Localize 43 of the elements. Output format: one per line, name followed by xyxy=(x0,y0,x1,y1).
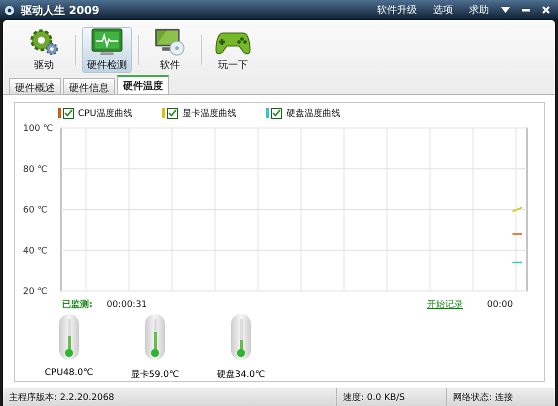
temperature-line xyxy=(512,233,522,235)
temperature-reading: 显卡59.0℃ xyxy=(130,368,180,381)
temperature-line xyxy=(512,206,522,212)
gamepad-icon xyxy=(215,30,251,56)
minimize-icon[interactable] xyxy=(522,8,530,12)
toolbar-button[interactable]: 玩一下 xyxy=(208,27,258,73)
toolbar-button[interactable]: 硬件检测 xyxy=(82,27,132,73)
thermometer-bulb xyxy=(151,349,159,357)
toolbar-button[interactable]: 驱动 xyxy=(19,27,69,73)
axis-label: 20 ℃ xyxy=(23,287,48,297)
tab[interactable]: 硬件温度 xyxy=(117,75,169,94)
toolbar-button[interactable]: 软件 xyxy=(145,27,195,73)
record-time: 00:00 xyxy=(487,300,514,310)
axis-label: 60 ℃ xyxy=(23,206,48,216)
thermometer-bulb xyxy=(65,349,73,357)
dropdown-icon[interactable] xyxy=(501,7,510,13)
monitor-label: 已监测: xyxy=(62,298,93,311)
temperature-reading: 硬盘34.0℃ xyxy=(216,368,266,381)
monitor-icon xyxy=(90,28,124,56)
thermometer-bulb xyxy=(237,349,245,357)
menu-item[interactable]: 选项 xyxy=(433,3,453,17)
axis-label: 100 ℃ xyxy=(23,124,54,134)
menu-item[interactable]: 求助 xyxy=(469,3,489,17)
checkbox[interactable] xyxy=(167,108,178,118)
checkbox[interactable] xyxy=(271,108,282,118)
temperature-line xyxy=(512,262,522,264)
axis-label: 80 ℃ xyxy=(23,164,48,175)
window-title: 驱动人生 2009 xyxy=(21,2,100,18)
close-icon[interactable] xyxy=(542,6,550,14)
legend-label: CPU温度曲线 xyxy=(78,108,132,120)
menu-item[interactable]: 软件升级 xyxy=(377,3,417,17)
axis-label: 40 ℃ xyxy=(23,246,48,256)
status-text: 主程序版本: 2.2.20.2068 xyxy=(3,388,337,406)
tab[interactable]: 硬件概述 xyxy=(9,78,61,94)
tab[interactable]: 硬件信息 xyxy=(63,78,115,94)
checkbox[interactable] xyxy=(63,108,74,118)
elapsed-time: 00:00:31 xyxy=(106,300,148,310)
start-record-link[interactable]: 开始记录 xyxy=(427,298,463,311)
status-text: 网络状态: 连接 xyxy=(452,392,514,404)
legend-label: 硬盘温度曲线 xyxy=(286,108,340,120)
status-text: 速度: 0.0 KB/S xyxy=(337,388,447,406)
legend-label: 显卡温度曲线 xyxy=(182,108,236,120)
temperature-reading: CPU48.0℃ xyxy=(44,368,94,378)
